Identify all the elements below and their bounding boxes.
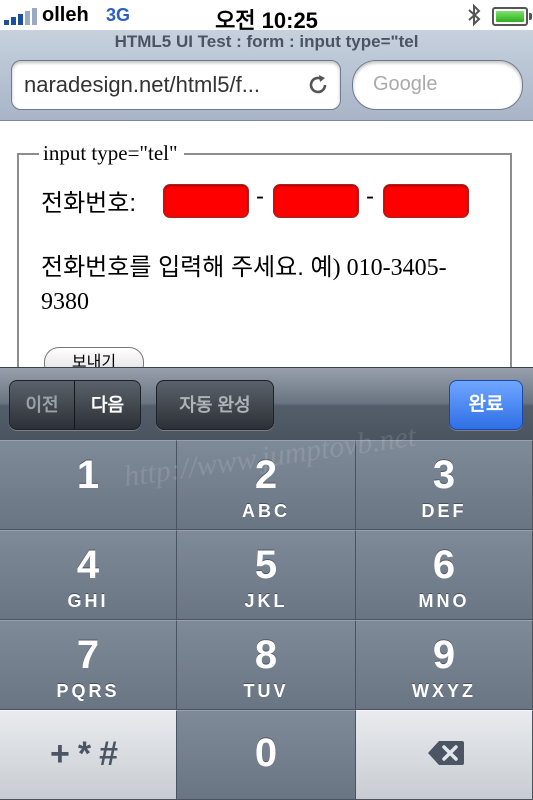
browser-toolbar: HTML5 UI Test : form : input type="tel n… <box>0 30 533 121</box>
key-0[interactable]: 0 <box>177 710 356 800</box>
key-digit: 1 <box>76 453 100 497</box>
key-4[interactable]: 4 GHI <box>0 530 177 620</box>
key-5[interactable]: 5 JKL <box>177 530 356 620</box>
phone-field-1[interactable] <box>163 184 249 218</box>
key-digit: 6 <box>432 543 456 587</box>
key-digit: 8 <box>254 633 278 677</box>
backspace-icon <box>428 741 464 765</box>
key-letters: MNO <box>418 591 470 611</box>
status-bar: olleh 3G 오전 10:25 <box>0 0 533 33</box>
key-letters: GHI <box>67 591 109 611</box>
search-field[interactable] <box>352 60 523 110</box>
key-backspace[interactable] <box>356 710 533 800</box>
key-6[interactable]: 6 MNO <box>356 530 533 620</box>
key-2[interactable]: 2 ABC <box>177 440 356 530</box>
bluetooth-icon <box>468 3 481 27</box>
battery-icon <box>492 7 532 26</box>
key-8[interactable]: 8 TUV <box>177 620 356 710</box>
key-digit: 2 <box>254 453 278 497</box>
key-3[interactable]: 3 DEF <box>356 440 533 530</box>
key-digit: 5 <box>254 543 278 587</box>
key-digit: 0 <box>254 731 278 775</box>
key-1[interactable]: 1 <box>0 440 177 530</box>
phone-separator: - <box>366 183 374 210</box>
autofill-button[interactable]: 자동 완성 <box>156 380 274 430</box>
key-digit: 9 <box>432 633 456 677</box>
reload-icon[interactable] <box>306 73 330 97</box>
page-content: input type="tel" 전화번호: - - 전화번호를 입력해 주세요… <box>0 121 533 367</box>
next-button[interactable]: 다음 <box>75 381 140 429</box>
key-digit: 3 <box>432 453 456 497</box>
previous-button[interactable]: 이전 <box>10 381 75 429</box>
page-title: HTML5 UI Test : form : input type="tel <box>114 32 419 51</box>
key-letters: WXYZ <box>412 681 476 701</box>
phone-field-2[interactable] <box>273 184 359 218</box>
url-text[interactable]: naradesign.net/html5/f... <box>24 72 299 98</box>
symbols-label: +*# <box>50 735 126 773</box>
address-bar[interactable]: naradesign.net/html5/f... <box>11 60 341 110</box>
hint-text: 전화번호를 입력해 주세요. 예 <box>41 254 333 281</box>
key-letters: DEF <box>421 501 467 521</box>
phone-label: 전화번호: <box>41 190 136 217</box>
key-digit: 7 <box>76 633 100 677</box>
key-letters: PQRS <box>56 681 120 701</box>
submit-button[interactable]: 보내기 <box>44 347 144 367</box>
key-letters: TUV <box>243 681 289 701</box>
phone-separator: - <box>256 183 264 210</box>
done-button[interactable]: 완료 <box>449 380 523 430</box>
key-9[interactable]: 9 WXYZ <box>356 620 533 710</box>
key-7[interactable]: 7 PQRS <box>0 620 177 710</box>
key-symbols[interactable]: +*# <box>0 710 177 800</box>
phone-field-3[interactable] <box>383 184 469 218</box>
fieldset-legend: input type="tel" <box>39 141 184 166</box>
search-input[interactable] <box>373 73 503 96</box>
key-letters: JKL <box>244 591 288 611</box>
form-fieldset: input type="tel" 전화번호: - - 전화번호를 입력해 주세요… <box>17 141 512 367</box>
key-letters: ABC <box>242 501 290 521</box>
phone-keypad: 1 2 ABC 3 DEF 4 GHI 5 JKL 6 MNO 7 PQRS 8… <box>0 440 533 800</box>
key-digit: 4 <box>76 543 100 587</box>
phone-hint: 전화번호를 입력해 주세요. 예) 010-3405-9380 <box>41 251 481 319</box>
prev-next-control: 이전 다음 <box>9 380 141 430</box>
form-assistant-bar: 이전 다음 자동 완성 완료 <box>0 367 533 441</box>
